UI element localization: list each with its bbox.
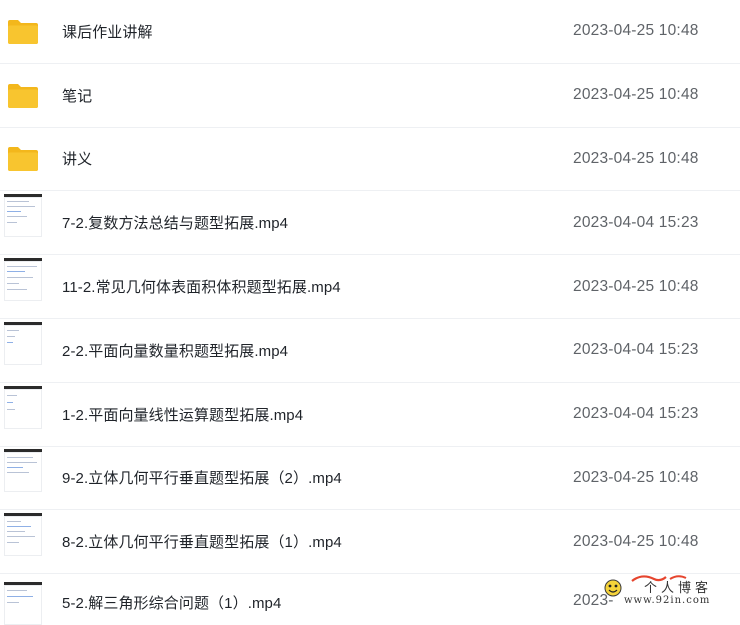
video-thumbnail-wrap: [4, 383, 44, 446]
video-thumbnail-wrap: [4, 191, 44, 254]
video-thumbnail-icon: [4, 449, 42, 493]
file-row-video[interactable]: 8-2.立体几何平行垂直题型拓展（1）.mp4 2023-04-25 10:48: [0, 510, 740, 575]
file-date: 2023-04-04 15:23: [573, 405, 699, 423]
video-thumbnail-icon: [4, 194, 42, 238]
video-thumbnail-icon: [4, 513, 42, 557]
file-row-video[interactable]: 11-2.常见几何体表面积体积题型拓展.mp4 2023-04-25 10:48: [0, 255, 740, 319]
file-name: 2-2.平面向量数量积题型拓展.mp4: [62, 342, 289, 360]
video-thumbnail-wrap: [4, 319, 44, 382]
video-thumbnail-wrap: [4, 255, 44, 318]
file-name: 7-2.复数方法总结与题型拓展.mp4: [62, 215, 289, 233]
smiley-logo-icon: [604, 579, 622, 597]
video-thumbnail-icon: [4, 321, 42, 365]
file-row-video[interactable]: 1-2.平面向量线性运算题型拓展.mp4 2023-04-04 15:23: [0, 383, 740, 447]
folder-icon-wrap: [4, 128, 44, 191]
file-name: 9-2.立体几何平行垂直题型拓展（2）.mp4: [62, 470, 342, 488]
video-thumbnail-wrap: [4, 510, 44, 573]
video-thumbnail-icon: [4, 581, 42, 625]
file-name: 11-2.常见几何体表面积体积题型拓展.mp4: [62, 279, 341, 297]
file-row-video[interactable]: 7-2.复数方法总结与题型拓展.mp4 2023-04-04 15:23: [0, 191, 740, 256]
file-row-folder[interactable]: 笔记 2023-04-25 10:48: [0, 64, 740, 128]
file-name: 课后作业讲解: [62, 23, 153, 41]
file-date: 2023-04-04 15:23: [573, 341, 699, 359]
watermark-url: www.92in.com: [624, 595, 711, 606]
file-row-video[interactable]: 2-2.平面向量数量积题型拓展.mp4 2023-04-04 15:23: [0, 319, 740, 383]
file-name: 5-2.解三角形综合问题（1）.mp4: [62, 595, 282, 613]
file-date: 2023-04-25 10:48: [573, 277, 699, 295]
video-thumbnail-wrap: [4, 447, 44, 510]
file-row-folder[interactable]: 讲义 2023-04-25 10:48: [0, 128, 740, 192]
file-row-video[interactable]: 9-2.立体几何平行垂直题型拓展（2）.mp4 2023-04-25 10:48: [0, 447, 740, 511]
file-name: 笔记: [62, 87, 93, 105]
file-date: 2023-04-04 15:23: [573, 213, 699, 231]
file-row-folder[interactable]: 课后作业讲解 2023-04-25 10:48: [0, 0, 740, 64]
file-date: 2023-04-25 10:48: [573, 86, 699, 104]
file-name: 讲义: [62, 151, 93, 169]
video-thumbnail-icon: [4, 258, 42, 302]
file-list: 课后作业讲解 2023-04-25 10:48 笔记 2023-04-25 10…: [0, 0, 740, 625]
folder-icon: [8, 19, 38, 44]
folder-icon: [8, 147, 38, 172]
folder-icon-wrap: [4, 64, 44, 127]
watermark-title: 个人博客: [644, 581, 713, 596]
file-date: 2023-04-25 10:48: [573, 468, 699, 486]
file-date: 2023-04-25 10:48: [573, 149, 699, 167]
file-name: 1-2.平面向量线性运算题型拓展.mp4: [62, 406, 304, 424]
folder-icon-wrap: [4, 0, 44, 63]
video-thumbnail-icon: [4, 385, 42, 429]
file-date: 2023-04-25 10:48: [573, 22, 699, 40]
file-date: 2023-04-25 10:48: [573, 532, 699, 550]
file-name: 8-2.立体几何平行垂直题型拓展（1）.mp4: [62, 534, 342, 552]
folder-icon: [8, 83, 38, 108]
watermark-logo: 个人博客 www.92in.com: [604, 573, 734, 613]
